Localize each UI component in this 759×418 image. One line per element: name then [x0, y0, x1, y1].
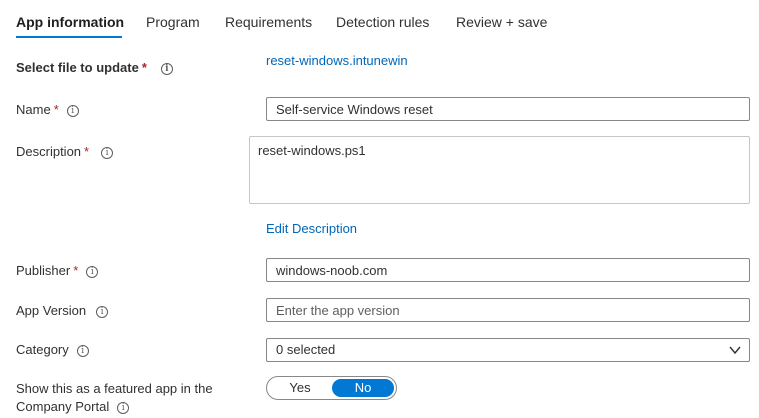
wizard-tabs: App information Program Requirements Det… [0, 0, 759, 40]
active-tab-indicator [16, 36, 122, 38]
info-icon[interactable]: i [117, 401, 130, 414]
name-label-row: Name * i [16, 102, 79, 118]
category-dropdown[interactable]: 0 selected [266, 338, 750, 362]
featured-app-toggle[interactable]: Yes No [266, 376, 397, 400]
toggle-option-no[interactable]: No [332, 379, 394, 397]
category-label: Category [16, 342, 69, 357]
name-label: Name [16, 102, 51, 117]
info-icon[interactable]: i [66, 104, 79, 117]
app-version-label-row: App Version i [16, 303, 109, 319]
select-file-label: Select file to update [16, 60, 139, 75]
featured-label-row2: Company Portal i [16, 399, 130, 415]
required-marker: * [53, 102, 59, 117]
tab-detection-rules[interactable]: Detection rules [336, 13, 429, 31]
featured-label-line1: Show this as a featured app in the [16, 381, 213, 396]
featured-label-line2: Company Portal [16, 399, 110, 414]
category-label-row: Category i [16, 342, 89, 358]
required-marker: * [141, 60, 147, 75]
description-label-row: Description * i [16, 144, 114, 160]
publisher-input[interactable] [266, 258, 750, 282]
info-icon[interactable]: i [101, 146, 114, 159]
app-version-label: App Version [16, 303, 87, 318]
app-version-input[interactable] [266, 298, 750, 322]
publisher-label: Publisher [16, 263, 71, 278]
required-marker: * [73, 263, 79, 278]
chevron-down-icon [729, 346, 741, 355]
tab-review-save[interactable]: Review + save [456, 13, 547, 31]
info-icon[interactable]: i [86, 265, 99, 278]
tab-app-information[interactable]: App information [16, 13, 124, 31]
info-icon[interactable]: i [76, 344, 89, 357]
select-file-label-row: Select file to update * i [16, 60, 173, 76]
category-selected-value: 0 selected [276, 342, 336, 357]
description-textarea[interactable]: reset-windows.ps1 [249, 136, 750, 204]
info-icon[interactable]: i [96, 305, 109, 318]
tab-program[interactable]: Program [146, 13, 200, 31]
required-marker: * [84, 144, 90, 159]
info-icon[interactable]: i [160, 62, 173, 75]
publisher-label-row: Publisher * i [16, 263, 99, 279]
toggle-option-yes[interactable]: Yes [269, 379, 331, 397]
tab-requirements[interactable]: Requirements [225, 13, 312, 31]
name-input[interactable] [266, 97, 750, 121]
app-information-page: App information Program Requirements Det… [0, 0, 759, 418]
edit-description-link[interactable]: Edit Description [266, 221, 357, 237]
select-file-link[interactable]: reset-windows.intunewin [266, 53, 408, 69]
description-label: Description [16, 144, 82, 159]
